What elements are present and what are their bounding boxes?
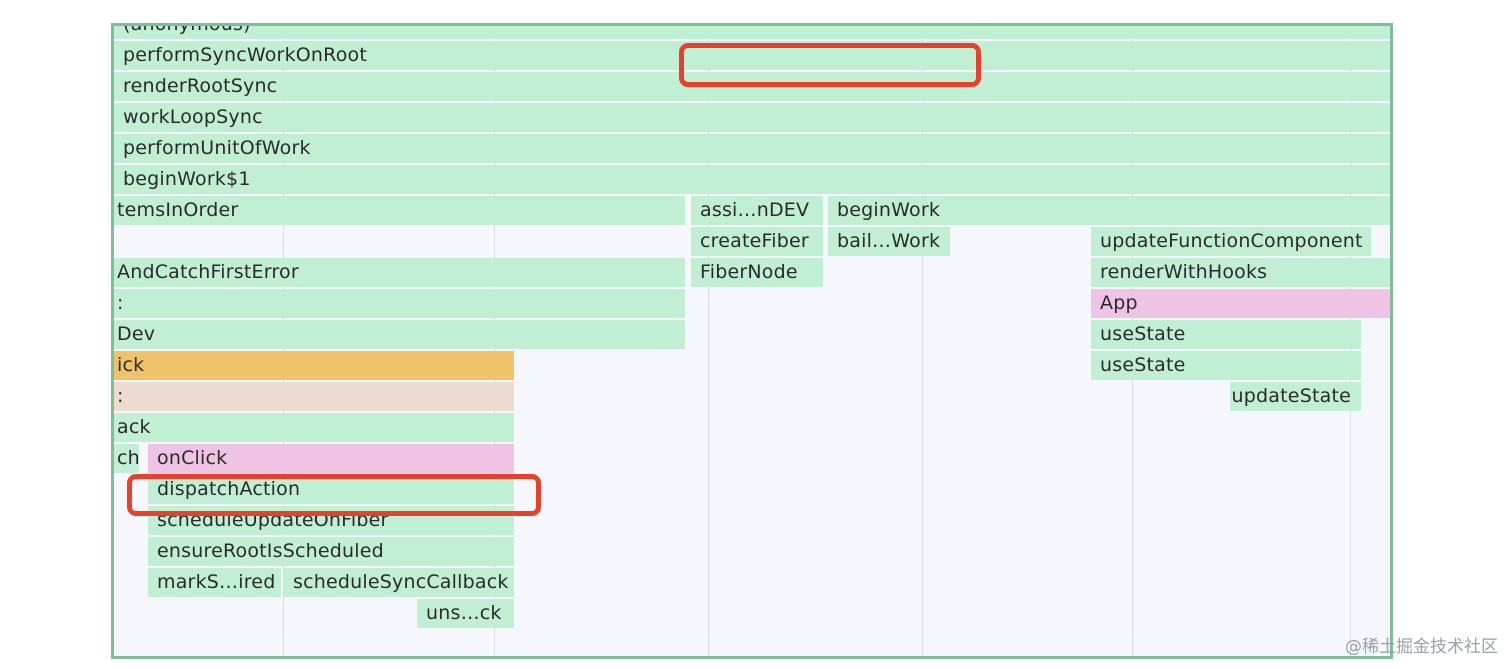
flame-frame[interactable]: : — [114, 289, 685, 318]
flame-frame[interactable]: ch — [114, 444, 139, 473]
flame-frame[interactable]: bail…Work — [828, 227, 950, 256]
flame-frame[interactable]: ick — [114, 351, 514, 380]
flame-chart-bars: (anonymous) performSyncWorkOnRoot renderRo… — [114, 26, 1390, 656]
flame-frame[interactable]: renderWithHooks — [1091, 258, 1390, 287]
flame-frame[interactable]: Dev — [114, 320, 685, 349]
flame-frame[interactable]: performUnitOfWork — [114, 134, 1390, 163]
flame-frame[interactable]: AndCatchFirstError — [114, 258, 685, 287]
flame-frame[interactable]: App — [1091, 289, 1390, 318]
flame-frame[interactable]: beginWork — [828, 196, 1390, 225]
flame-frame[interactable]: useState — [1091, 351, 1361, 380]
flame-frame[interactable]: (anonymous) — [114, 26, 1390, 39]
flame-frame[interactable]: createFiber — [691, 227, 823, 256]
flame-frame[interactable]: renderRootSync — [114, 72, 1390, 101]
flame-frame[interactable]: workLoopSync — [114, 103, 1390, 132]
flame-chart-panel: (anonymous) performSyncWorkOnRoot renderRo… — [111, 23, 1393, 659]
flame-frame[interactable]: scheduleUpdateOnFiber — [148, 506, 514, 535]
flame-frame[interactable]: beginWork$1 — [114, 165, 1390, 194]
watermark: @稀土掘金技术社区 — [1345, 637, 1498, 657]
flame-frame[interactable]: updateState — [1230, 382, 1361, 411]
flame-frame[interactable]: onClick — [148, 444, 514, 473]
flame-frame[interactable]: useState — [1091, 320, 1361, 349]
flame-frame[interactable]: performSyncWorkOnRoot — [114, 41, 1390, 70]
flame-frame[interactable]: updateFunctionComponent — [1091, 227, 1371, 256]
flame-frame[interactable]: ack — [114, 413, 514, 442]
flame-frame[interactable]: FiberNode — [691, 258, 823, 287]
flame-frame[interactable]: dispatchAction — [148, 475, 514, 504]
flame-frame[interactable]: : — [114, 382, 514, 411]
flame-frame[interactable]: uns…ck — [417, 599, 514, 628]
flame-frame[interactable]: markS…ired — [148, 568, 281, 597]
flame-frame[interactable]: scheduleSyncCallback — [284, 568, 514, 597]
flame-frame[interactable]: assi…nDEV — [691, 196, 823, 225]
flame-frame[interactable]: ensureRootIsScheduled — [148, 537, 514, 566]
flame-frame[interactable]: temsInOrder — [114, 196, 685, 225]
